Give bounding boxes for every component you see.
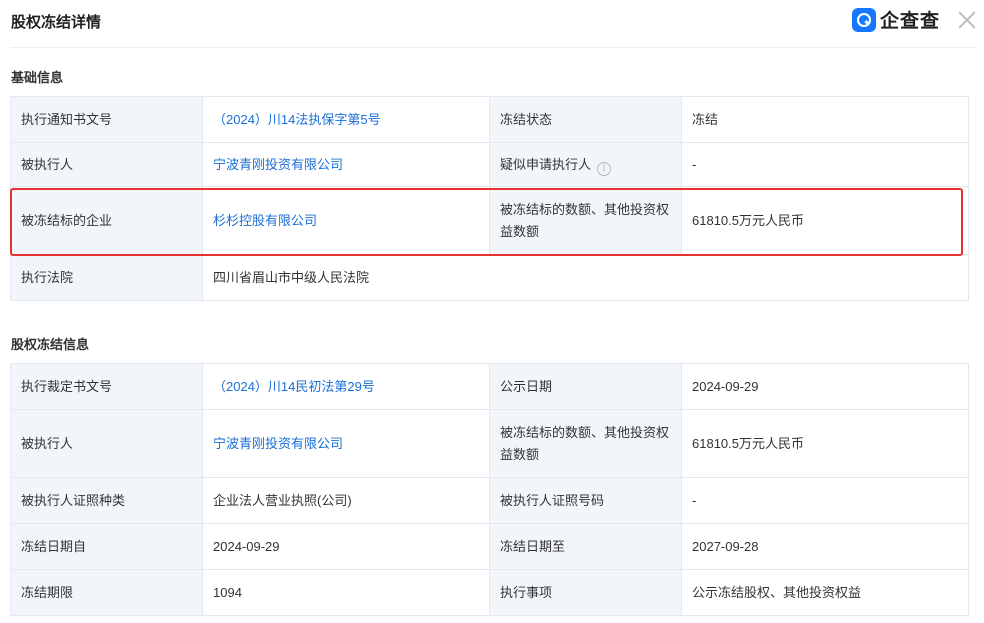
section-title-basic-info: 基础信息 xyxy=(11,70,64,85)
close-icon[interactable] xyxy=(956,9,978,31)
qichacha-logo-icon xyxy=(852,7,876,32)
label-execution-matter: 执行事项 xyxy=(489,569,682,616)
label-license-number: 被执行人证照号码 xyxy=(489,477,682,524)
execution-matter-value: 公示冻结股权、其他投资权益 xyxy=(681,569,969,616)
suspected-applicant-label: 疑似申请执行人 xyxy=(500,156,592,172)
executing-court-value: 四川省眉山市中级人民法院 xyxy=(202,254,969,301)
table-row: 冻结期限 1094 执行事项 公示冻结股权、其他投资权益 xyxy=(10,569,969,616)
dialog-header: 股权冻结详情 企查查 xyxy=(0,0,984,44)
basic-info-table: 执行通知书文号 （2024）川14法执保字第5号 冻结状态 冻结 被执行人 宁波… xyxy=(10,96,969,301)
frozen-enterprise-link[interactable]: 杉杉控股有限公司 xyxy=(213,213,317,228)
brand-logo[interactable]: 企查查 xyxy=(852,6,940,33)
table-row: 执行通知书文号 （2024）川14法执保字第5号 冻结状态 冻结 xyxy=(10,96,969,143)
license-type-value: 企业法人营业执照(公司) xyxy=(202,477,490,524)
executed-party-link[interactable]: 宁波青刚投资有限公司 xyxy=(213,436,343,451)
publish-date-value: 2024-09-29 xyxy=(681,363,969,410)
notice-number-link[interactable]: （2024）川14法执保字第5号 xyxy=(213,112,381,127)
ruling-number-link[interactable]: （2024）川14民初法第29号 xyxy=(213,379,375,394)
info-circle-icon[interactable]: i xyxy=(597,161,612,176)
freeze-start-value: 2024-09-29 xyxy=(202,523,490,570)
table-row: 冻结日期自 2024-09-29 冻结日期至 2027-09-28 xyxy=(10,523,969,570)
label-notice-number: 执行通知书文号 xyxy=(10,96,203,143)
freeze-end-value: 2027-09-28 xyxy=(681,523,969,570)
label-frozen-amount: 被冻结标的数额、其他投资权益数额 xyxy=(489,409,682,478)
header-divider xyxy=(10,47,976,48)
label-executed-party: 被执行人 xyxy=(10,142,203,187)
label-freeze-term: 冻结期限 xyxy=(10,569,203,616)
label-freeze-status: 冻结状态 xyxy=(489,96,682,143)
label-freeze-end: 冻结日期至 xyxy=(489,523,682,570)
label-frozen-enterprise: 被冻结标的企业 xyxy=(10,186,203,255)
equity-freeze-table: 执行裁定书文号 （2024）川14民初法第29号 公示日期 2024-09-29… xyxy=(10,363,969,616)
dialog-title: 股权冻结详情 xyxy=(11,14,102,31)
frozen-amount-value: 61810.5万元人民币 xyxy=(681,186,969,255)
label-freeze-start: 冻结日期自 xyxy=(10,523,203,570)
label-executed-party: 被执行人 xyxy=(10,409,203,478)
table-row: 执行裁定书文号 （2024）川14民初法第29号 公示日期 2024-09-29 xyxy=(10,363,969,410)
executed-party-link[interactable]: 宁波青刚投资有限公司 xyxy=(213,157,343,172)
label-frozen-amount: 被冻结标的数额、其他投资权益数额 xyxy=(489,186,682,255)
frozen-amount-value: 61810.5万元人民币 xyxy=(681,409,969,478)
freeze-status-value: 冻结 xyxy=(681,96,969,143)
label-publish-date: 公示日期 xyxy=(489,363,682,410)
table-row: 被冻结标的企业 杉杉控股有限公司 被冻结标的数额、其他投资权益数额 61810.… xyxy=(10,186,969,255)
section-title-equity-freeze: 股权冻结信息 xyxy=(11,337,90,352)
license-number-value: - xyxy=(681,477,969,524)
suspected-applicant-value: - xyxy=(681,142,969,187)
label-suspected-applicant: 疑似申请执行人 i xyxy=(489,142,682,187)
brand-name: 企查查 xyxy=(880,11,941,32)
table-row: 执行法院 四川省眉山市中级人民法院 xyxy=(10,254,969,301)
freeze-term-value: 1094 xyxy=(202,569,490,616)
table-row: 被执行人证照种类 企业法人营业执照(公司) 被执行人证照号码 - xyxy=(10,477,969,524)
label-executing-court: 执行法院 xyxy=(10,254,203,301)
label-license-type: 被执行人证照种类 xyxy=(10,477,203,524)
table-row: 被执行人 宁波青刚投资有限公司 疑似申请执行人 i - xyxy=(10,142,969,187)
table-row: 被执行人 宁波青刚投资有限公司 被冻结标的数额、其他投资权益数额 61810.5… xyxy=(10,409,969,478)
label-ruling-number: 执行裁定书文号 xyxy=(10,363,203,410)
